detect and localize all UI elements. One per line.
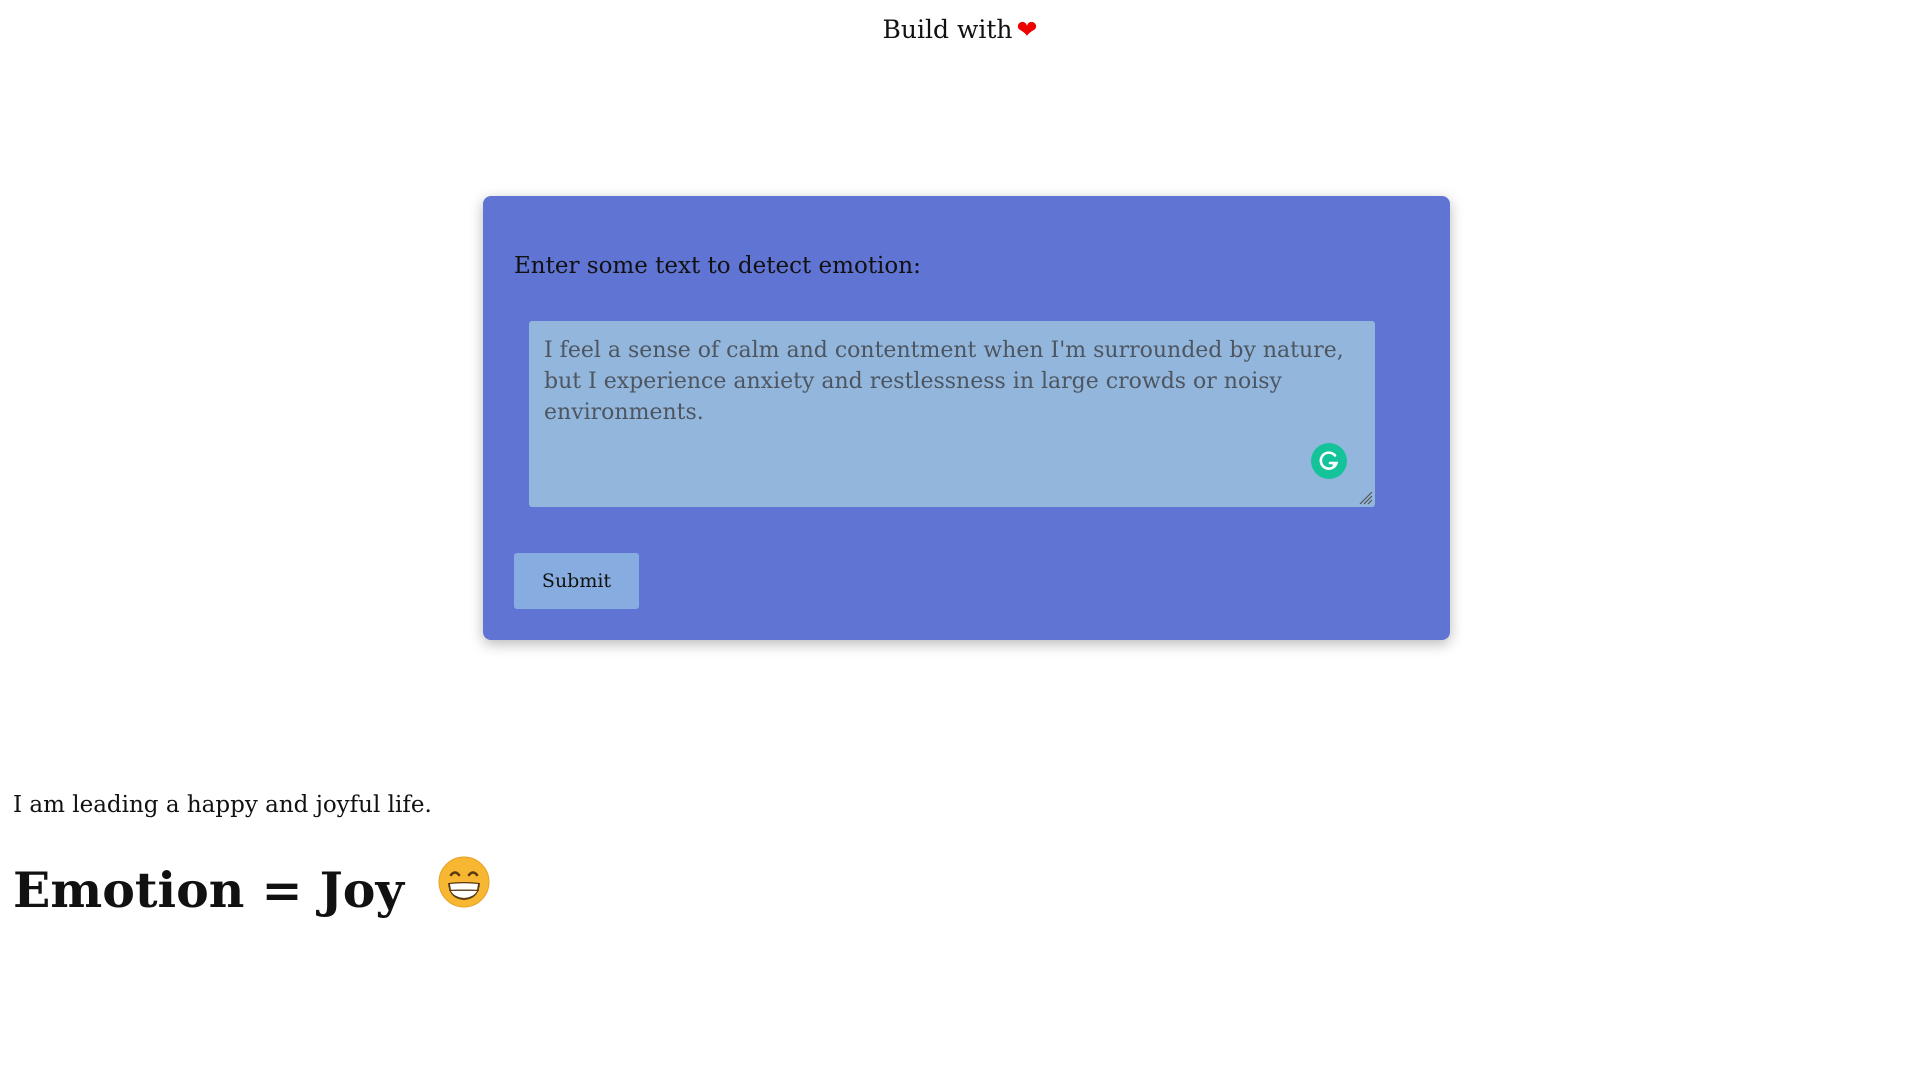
grammarly-icon[interactable] <box>1311 443 1347 479</box>
emotion-text-input[interactable]: I feel a sense of calm and contentment w… <box>529 321 1375 507</box>
heart-icon: ❤ <box>1016 15 1038 44</box>
resize-handle-icon[interactable] <box>1357 489 1373 505</box>
emotion-result-text: Emotion = Joy <box>13 861 404 919</box>
emotion-result: Emotion = Joy <box>13 855 491 924</box>
grinning-face-icon <box>437 855 491 924</box>
page-header: Build with ❤ <box>0 13 1920 47</box>
textarea-container: I feel a sense of calm and contentment w… <box>529 321 1375 507</box>
textarea-label: Enter some text to detect emotion: <box>514 253 921 279</box>
header-text: Build with <box>882 15 1013 44</box>
submit-button[interactable]: Submit <box>514 553 639 609</box>
analyzed-text: I am leading a happy and joyful life. <box>13 792 432 818</box>
emotion-form-card: Enter some text to detect emotion: I fee… <box>483 196 1450 640</box>
